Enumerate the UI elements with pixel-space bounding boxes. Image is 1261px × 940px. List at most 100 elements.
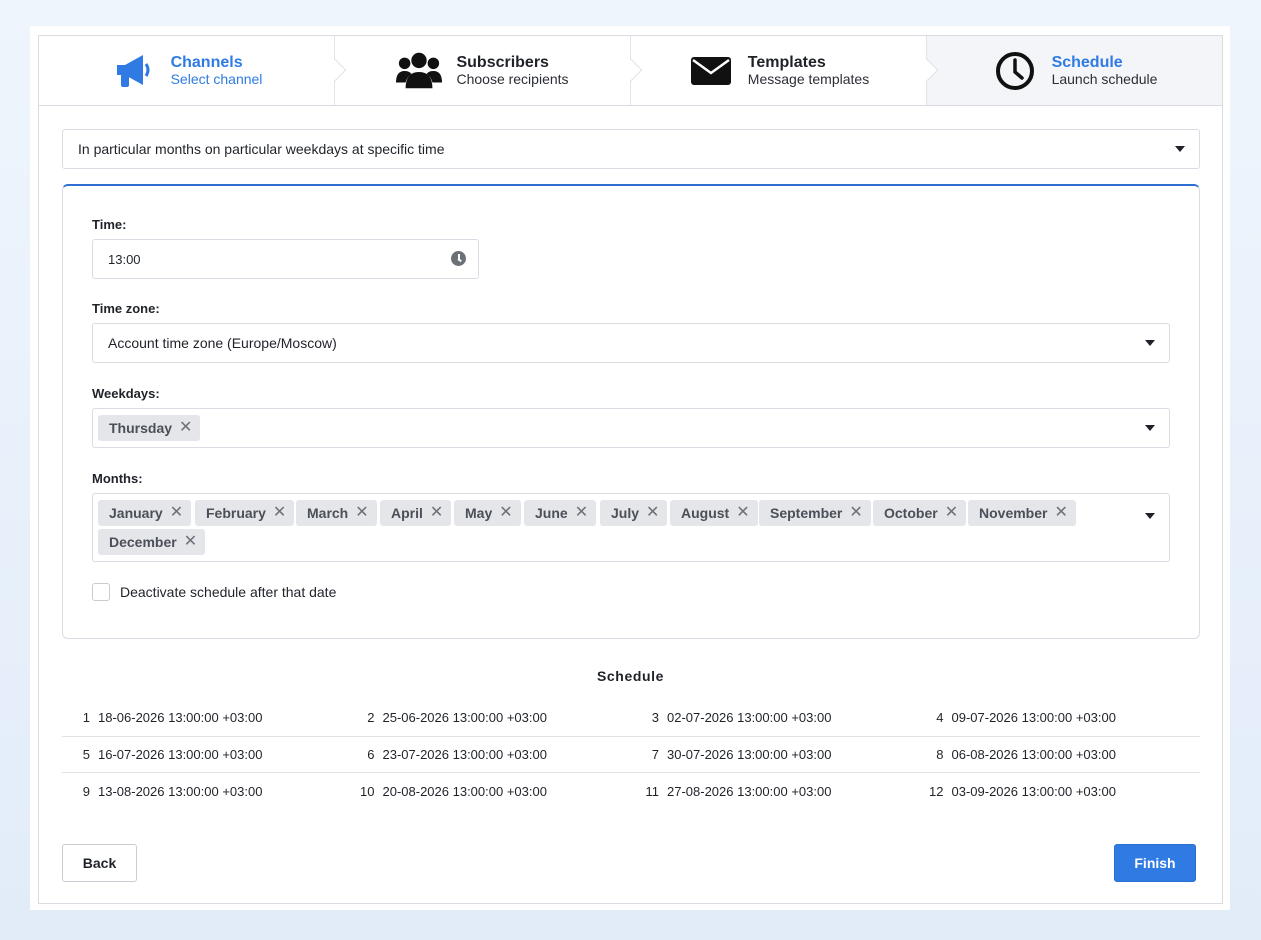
schedule-entry: 12 03-09-2026 13:00:00 +03:00 bbox=[916, 773, 1116, 809]
tag-month: February ✕ bbox=[195, 500, 295, 526]
schedule-entry: 10 20-08-2026 13:00:00 +03:00 bbox=[347, 773, 547, 809]
entry-number: 6 bbox=[367, 747, 375, 762]
entry-date: 06-08-2026 13:00:00 +03:00 bbox=[951, 747, 1116, 762]
tag-month: July ✕ bbox=[600, 500, 668, 526]
tag-month: June ✕ bbox=[524, 500, 597, 526]
remove-tag-icon[interactable]: ✕ bbox=[184, 534, 197, 550]
clock-icon[interactable] bbox=[451, 251, 466, 266]
table-row: 1 18-06-2026 13:00:00 +03:00 2 25-06-2026 … bbox=[62, 699, 1200, 736]
remove-tag-icon[interactable]: ✕ bbox=[355, 505, 368, 521]
deactivate-checkbox[interactable] bbox=[92, 583, 110, 601]
tag-month: September ✕ bbox=[759, 500, 871, 526]
time-input[interactable]: 13:00 bbox=[92, 239, 479, 279]
back-button[interactable]: Back bbox=[62, 844, 137, 882]
step-templates-subtitle: Message templates bbox=[747, 70, 870, 87]
step-channels-subtitle: Select channel bbox=[170, 70, 263, 87]
months-label: Months: bbox=[92, 471, 143, 486]
remove-tag-icon[interactable]: ✕ bbox=[273, 505, 286, 521]
remove-tag-icon[interactable]: ✕ bbox=[646, 505, 659, 521]
caret-down-icon bbox=[1145, 425, 1155, 431]
remove-tag-icon[interactable]: ✕ bbox=[849, 505, 862, 521]
entry-number: 5 bbox=[82, 747, 90, 762]
schedule-entry: 2 25-06-2026 13:00:00 +03:00 bbox=[347, 699, 547, 735]
months-multiselect[interactable]: January ✕ February ✕ March ✕ April ✕ May ✕ Ju… bbox=[92, 493, 1170, 562]
entry-date: 18-06-2026 13:00:00 +03:00 bbox=[98, 709, 263, 725]
wizard-card: Channels Select channel Subscribers Choo… bbox=[38, 35, 1223, 904]
entry-number: 9 bbox=[82, 783, 90, 799]
schedule-settings-panel: Time: 13:00 Time zone: Account time zone… bbox=[62, 184, 1200, 639]
table-row: 5 16-07-2026 13:00:00 +03:00 6 23-07-2026 … bbox=[62, 735, 1200, 773]
remove-tag-icon[interactable]: ✕ bbox=[736, 505, 749, 521]
remove-tag-icon[interactable]: ✕ bbox=[1054, 505, 1067, 521]
tag-month: May ✕ bbox=[454, 500, 521, 526]
schedule-entry: 7 30-07-2026 13:00:00 +03:00 bbox=[631, 737, 832, 773]
schedule-entry: 4 09-07-2026 13:00:00 +03:00 bbox=[916, 699, 1116, 735]
tag-label: Thursday bbox=[109, 420, 173, 436]
schedule-entry: 6 23-07-2026 13:00:00 +03:00 bbox=[347, 737, 547, 773]
tag-label: November bbox=[979, 505, 1048, 521]
schedule-entry: 1 18-06-2026 13:00:00 +03:00 bbox=[62, 699, 263, 735]
remove-tag-icon[interactable]: ✕ bbox=[430, 505, 443, 521]
tag-label: March bbox=[307, 505, 349, 521]
tag-month: November ✕ bbox=[968, 500, 1076, 526]
tag-label: July bbox=[611, 505, 640, 521]
tag-month: January ✕ bbox=[98, 500, 192, 526]
schedule-entry: 3 02-07-2026 13:00:00 +03:00 bbox=[631, 699, 832, 735]
tag-month: August ✕ bbox=[670, 500, 758, 526]
weekdays-label: Weekdays: bbox=[92, 386, 160, 401]
tag-month: April ✕ bbox=[380, 500, 452, 526]
entry-number: 4 bbox=[936, 709, 944, 725]
entry-number: 2 bbox=[367, 709, 375, 725]
remove-tag-icon[interactable]: ✕ bbox=[499, 505, 512, 521]
tag-label: May bbox=[465, 505, 493, 521]
finish-button[interactable]: Finish bbox=[1114, 844, 1196, 882]
megaphone-icon bbox=[111, 50, 157, 92]
schedule-mode-value: In particular months on particular weekd… bbox=[78, 141, 445, 157]
entry-date: 30-07-2026 13:00:00 +03:00 bbox=[667, 747, 832, 762]
caret-down-icon bbox=[1175, 146, 1185, 152]
caret-down-icon bbox=[1145, 513, 1155, 519]
entry-date: 27-08-2026 13:00:00 +03:00 bbox=[667, 783, 832, 799]
step-templates-title: Templates bbox=[747, 53, 826, 71]
remove-tag-icon[interactable]: ✕ bbox=[170, 505, 183, 521]
time-value: 13:00 bbox=[108, 251, 141, 267]
time-label: Time: bbox=[92, 217, 127, 232]
entry-number: 10 bbox=[360, 783, 375, 799]
entry-number: 8 bbox=[936, 747, 944, 762]
remove-tag-icon[interactable]: ✕ bbox=[575, 505, 588, 521]
caret-down-icon bbox=[1145, 340, 1155, 346]
remove-tag-icon[interactable]: ✕ bbox=[945, 505, 958, 521]
step-subscribers-subtitle: Choose recipients bbox=[456, 70, 569, 87]
entry-date: 23-07-2026 13:00:00 +03:00 bbox=[382, 747, 547, 762]
tag-label: February bbox=[206, 505, 266, 521]
entry-date: 03-09-2026 13:00:00 +03:00 bbox=[951, 783, 1116, 799]
step-subscribers-title: Subscribers bbox=[456, 53, 549, 71]
clock-icon bbox=[992, 50, 1038, 92]
timezone-value: Account time zone (Europe/Moscow) bbox=[108, 335, 337, 351]
weekdays-multiselect[interactable]: Thursday ✕ bbox=[92, 408, 1170, 448]
step-schedule-subtitle: Launch schedule bbox=[1051, 70, 1158, 87]
entry-number: 1 bbox=[82, 709, 90, 725]
tag-label: April bbox=[391, 505, 423, 521]
step-templates[interactable]: Templates Message templates bbox=[630, 36, 939, 105]
tag-label: June bbox=[535, 505, 568, 521]
tag-month: December ✕ bbox=[98, 529, 206, 555]
schedule-preview-title: Schedule bbox=[596, 668, 665, 684]
schedule-mode-select[interactable]: In particular months on particular weekd… bbox=[62, 129, 1200, 169]
step-schedule[interactable]: Schedule Launch schedule bbox=[926, 36, 1222, 105]
deactivate-option: Deactivate schedule after that date bbox=[92, 583, 336, 601]
step-channels-title: Channels bbox=[170, 53, 243, 71]
remove-tag-icon[interactable]: ✕ bbox=[179, 420, 192, 436]
schedule-entry: 9 13-08-2026 13:00:00 +03:00 bbox=[62, 773, 263, 809]
entry-number: 11 bbox=[645, 783, 660, 799]
tag-label: August bbox=[681, 505, 730, 521]
entry-number: 7 bbox=[651, 747, 659, 762]
step-subscribers[interactable]: Subscribers Choose recipients bbox=[334, 36, 643, 105]
timezone-select[interactable]: Account time zone (Europe/Moscow) bbox=[92, 323, 1170, 363]
entry-date: 02-07-2026 13:00:00 +03:00 bbox=[667, 709, 832, 725]
step-channels[interactable]: Channels Select channel bbox=[39, 36, 347, 105]
entry-date: 13-08-2026 13:00:00 +03:00 bbox=[98, 783, 263, 799]
schedule-preview-table: 1 18-06-2026 13:00:00 +03:00 2 25-06-2026 … bbox=[62, 699, 1200, 809]
users-icon bbox=[396, 50, 443, 92]
tag-label: October bbox=[884, 505, 938, 521]
